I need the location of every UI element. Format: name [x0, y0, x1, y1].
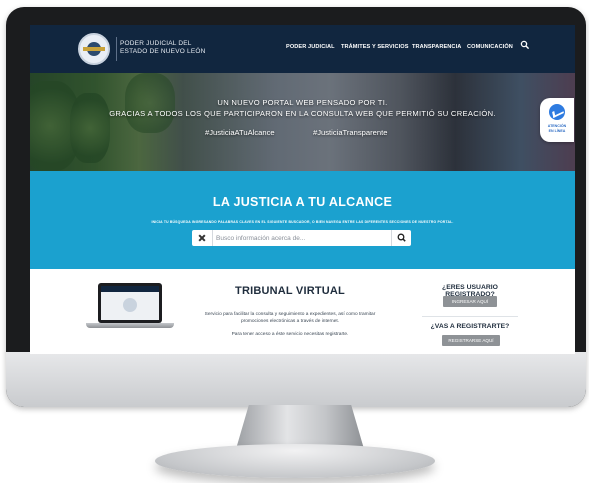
search-input[interactable]	[216, 230, 386, 246]
search-section: LA JUSTICIA A TU ALCANCE INICIA TU BÚSQU…	[30, 171, 575, 269]
seal-band	[83, 47, 105, 51]
hashtag-justicia-alcance[interactable]: #JusticiaATuAlcance	[205, 128, 275, 137]
nav-transparencia[interactable]: TRANSPARENCIA	[412, 44, 461, 50]
org-name: PODER JUDICIAL DEL ESTADO DE NUEVO LEÓN	[120, 40, 230, 56]
monitor-stand-base	[155, 444, 435, 478]
hero-headline: UN NUEVO PORTAL WEB PENSADO POR TI.	[217, 98, 388, 107]
messenger-icon	[549, 104, 565, 120]
search-bar	[192, 230, 411, 246]
tribunal-virtual-section: TRIBUNAL VIRTUAL Servicio para facilitar…	[30, 269, 575, 354]
clear-icon[interactable]	[192, 230, 213, 246]
header-divider	[116, 37, 117, 61]
tribunal-title: TRIBUNAL VIRTUAL	[235, 285, 345, 297]
hero-banner[interactable]: UN NUEVO PORTAL WEB PENSADO POR TI. GRAC…	[30, 73, 575, 171]
tribunal-description-line1: Servicio para facilitar la consulta y se…	[204, 312, 376, 317]
search-section-title: LA JUSTICIA A TU ALCANCE	[212, 195, 393, 209]
monitor-stand-neck	[236, 405, 364, 449]
search-submit-button[interactable]	[391, 230, 412, 246]
hashtag-justicia-transparente[interactable]: #JusticiaTransparente	[313, 128, 387, 137]
org-name-line2: ESTADO DE NUEVO LEÓN	[120, 48, 206, 55]
chat-label-line2: EN LÍNEA	[548, 129, 566, 133]
nav-comunicacion[interactable]: COMUNICACIÓN	[467, 44, 513, 50]
register-question: ¿VAS A REGISTRARTE?	[430, 323, 510, 330]
section-separator	[422, 316, 518, 317]
nav-tramites-servicios[interactable]: TRÁMITES Y SERVICIOS	[341, 44, 409, 50]
tribunal-note: Para tener acceso a éste servicio necesi…	[231, 332, 349, 337]
nav-poder-judicial[interactable]: PODER JUDICIAL	[286, 44, 335, 50]
org-name-line1: PODER JUDICIAL DEL	[120, 40, 192, 47]
tribunal-description: Servicio para facilitar la consulta y se…	[190, 311, 390, 325]
browser-screen: PODER JUDICIAL DEL ESTADO DE NUEVO LEÓN …	[30, 25, 575, 354]
laptop-illustration	[98, 283, 162, 323]
site-header: PODER JUDICIAL DEL ESTADO DE NUEVO LEÓN …	[30, 25, 575, 73]
hero-overlay	[30, 73, 575, 171]
online-chat-widget[interactable]: ATENCIÓN EN LÍNEA	[540, 98, 574, 142]
court-seal-logo[interactable]	[78, 33, 110, 65]
tribunal-description-line2: promociones electrónicas a través de int…	[240, 319, 340, 324]
search-icon[interactable]	[520, 40, 530, 50]
login-button[interactable]: INGRESAR AQUÍ	[443, 296, 497, 307]
hero-thanks: GRACIAS A TODOS LOS QUE PARTICIPARON EN …	[109, 109, 496, 118]
chat-label: ATENCIÓN EN LÍNEA	[542, 124, 572, 134]
monitor-chin	[6, 352, 586, 407]
search-section-subtitle: INICIA TU BÚSQUEDA INGRESANDO PALABRAS C…	[151, 220, 454, 224]
laptop-screen-content	[101, 286, 159, 320]
laptop-base	[86, 323, 174, 328]
search-icon	[397, 233, 406, 242]
register-button[interactable]: REGISTRARSE AQUÍ	[442, 335, 500, 346]
